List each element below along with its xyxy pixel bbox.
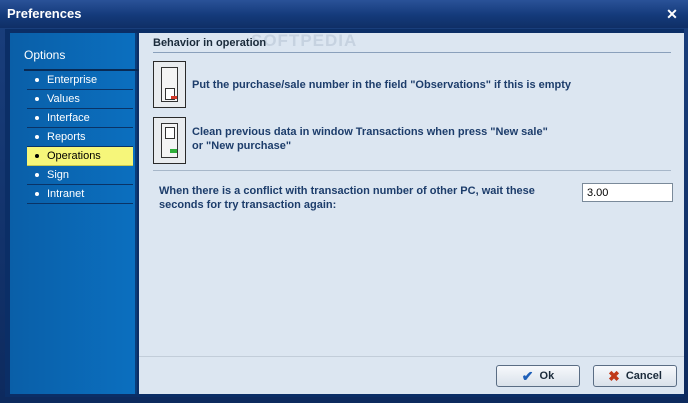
switch-rocker — [165, 127, 175, 139]
content-panel: SOFTPEDIA Behavior in operation Put the … — [139, 31, 684, 394]
sidebar-item-interface[interactable]: Interface — [27, 109, 133, 128]
bullet-icon — [35, 173, 39, 177]
bullet-icon — [35, 154, 39, 158]
sidebar-item-enterprise[interactable]: Enterprise — [27, 71, 133, 90]
switch-plate — [161, 123, 178, 158]
conflict-wait-label: When there is a conflict with transactio… — [159, 185, 535, 211]
options-divider — [153, 170, 671, 171]
clean-data-option-label: Clean previous data in window Transactio… — [192, 126, 548, 152]
sidebar-item-values[interactable]: Values — [27, 90, 133, 109]
sidebar-item-label: Values — [47, 93, 80, 105]
sidebar-item-reports[interactable]: Reports — [27, 128, 133, 147]
sidebar-item-intranet[interactable]: Intranet — [27, 185, 133, 204]
bullet-icon — [35, 135, 39, 139]
close-icon[interactable]: ✕ — [664, 6, 680, 22]
section-title: Behavior in operation — [153, 37, 267, 49]
observations-toggle-switch[interactable] — [153, 61, 186, 108]
sidebar-item-label: Sign — [47, 169, 70, 181]
bullet-icon — [35, 192, 39, 196]
options-sidebar: Options Enterprise Values Interface Repo… — [10, 33, 142, 394]
section-divider — [153, 52, 671, 53]
sidebar-item-label: Enterprise — [47, 74, 98, 86]
preferences-window: Preferences ✕ Options Enterprise Values … — [0, 0, 688, 403]
sidebar-header: Options — [24, 48, 66, 62]
footer-divider — [139, 356, 684, 357]
cancel-button-label: Cancel — [625, 370, 662, 382]
sidebar-item-label: Reports — [47, 131, 86, 143]
conflict-seconds-input[interactable] — [582, 183, 673, 202]
cancel-button[interactable]: ✖ Cancel — [593, 365, 677, 387]
switch-rocker — [165, 88, 177, 100]
bullet-icon — [35, 78, 39, 82]
cross-icon: ✖ — [608, 368, 620, 384]
check-icon: ✔ — [521, 368, 534, 384]
switch-plate — [161, 67, 178, 102]
led-indicator-icon — [171, 96, 177, 99]
ok-button[interactable]: ✔ Ok — [496, 365, 580, 387]
sidebar-item-operations[interactable]: Operations — [27, 147, 133, 166]
bullet-icon — [35, 97, 39, 101]
bullet-icon — [35, 116, 39, 120]
title-bar: Preferences ✕ — [0, 0, 688, 28]
sidebar-item-label: Interface — [47, 112, 90, 124]
clean-data-toggle-switch[interactable] — [153, 117, 186, 164]
window-title: Preferences — [7, 6, 82, 21]
led-indicator-icon — [170, 149, 177, 153]
watermark-logo: SOFTPEDIA — [251, 31, 358, 50]
observations-option-label: Put the purchase/sale number in the fiel… — [192, 79, 572, 91]
sidebar-item-label: Operations — [47, 150, 101, 162]
sidebar-item-sign[interactable]: Sign — [27, 166, 133, 185]
sidebar-item-label: Intranet — [47, 188, 85, 200]
ok-button-label: Ok — [539, 370, 555, 382]
